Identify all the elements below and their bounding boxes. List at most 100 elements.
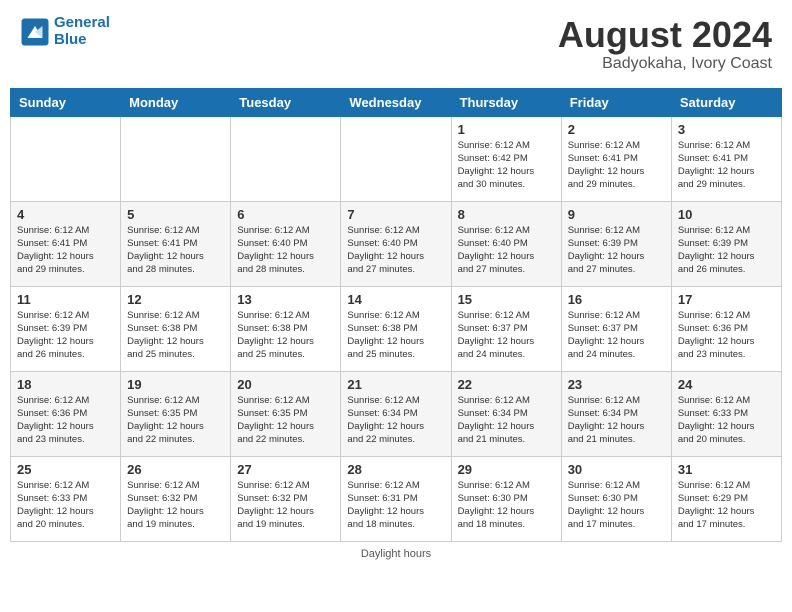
- day-number: 6: [237, 207, 334, 222]
- calendar-cell: 3 Sunrise: 6:12 AM Sunset: 6:41 PM Daylig…: [671, 116, 781, 201]
- day-info: Sunrise: 6:12 AM Sunset: 6:40 PM Dayligh…: [237, 224, 334, 277]
- weekday-header: Monday: [121, 88, 231, 116]
- calendar-cell: 17Sunrise: 6:12 AM Sunset: 6:36 PM Dayli…: [671, 286, 781, 371]
- calendar-week-row: 25Sunrise: 6:12 AM Sunset: 6:33 PM Dayli…: [11, 456, 782, 541]
- logo-text: General Blue: [54, 15, 110, 48]
- day-number: 15: [458, 292, 555, 307]
- calendar-cell: 11 Sunrise: 6:12 AM Sunset: 6:39 PM Dayli…: [11, 286, 121, 371]
- day-info: Sunrise: 6:12 AM Sunset: 6:41 PM Dayligh…: [17, 224, 114, 277]
- day-info: Sunrise: 6:12 AM Sunset: 6:35 PM Dayligh…: [237, 394, 334, 447]
- day-number: 3: [678, 122, 775, 137]
- day-info: Sunrise: 6:12 AM Sunset: 6:40 PM Dayligh…: [458, 224, 555, 277]
- calendar-cell: 4Sunrise: 6:12 AM Sunset: 6:41 PM Daylig…: [11, 201, 121, 286]
- day-number: 10: [678, 207, 775, 222]
- day-info: Sunrise: 6:12 AM Sunset: 6:32 PM Dayligh…: [127, 479, 224, 532]
- calendar-cell: 7 Sunrise: 6:12 AM Sunset: 6:40 PM Daylig…: [341, 201, 451, 286]
- calendar-cell: 22Sunrise: 6:12 AM Sunset: 6:34 PM Dayli…: [451, 371, 561, 456]
- day-number: 31: [678, 462, 775, 477]
- day-info: Sunrise: 6:12 AM Sunset: 6:41 PM Dayligh…: [127, 224, 224, 277]
- title-block: August 2024 Badyokaha, Ivory Coast: [558, 15, 772, 73]
- calendar-cell: 14 Sunrise: 6:12 AM Sunset: 6:38 PM Dayli…: [341, 286, 451, 371]
- weekday-header: Wednesday: [341, 88, 451, 116]
- day-info: Sunrise: 6:12 AM Sunset: 6:35 PM Dayligh…: [127, 394, 224, 447]
- calendar-cell: 27 Sunrise: 6:12 AM Sunset: 6:32 PM Dayli…: [231, 456, 341, 541]
- weekday-header: Friday: [561, 88, 671, 116]
- day-info: Sunrise: 6:12 AM Sunset: 6:41 PM Dayligh…: [568, 139, 665, 192]
- day-number: 2: [568, 122, 665, 137]
- day-number: 22: [458, 377, 555, 392]
- day-number: 8: [458, 207, 555, 222]
- day-info: Sunrise: 6:12 AM Sunset: 6:37 PM Dayligh…: [568, 309, 665, 362]
- day-info: Sunrise: 6:12 AM Sunset: 6:41 PM Dayligh…: [678, 139, 775, 192]
- day-number: 29: [458, 462, 555, 477]
- weekday-header: Tuesday: [231, 88, 341, 116]
- day-info: Sunrise: 6:12 AM Sunset: 6:37 PM Dayligh…: [458, 309, 555, 362]
- day-number: 9: [568, 207, 665, 222]
- day-info: Sunrise: 6:12 AM Sunset: 6:32 PM Dayligh…: [237, 479, 334, 532]
- calendar-cell: 1Sunrise: 6:12 AM Sunset: 6:42 PM Daylig…: [451, 116, 561, 201]
- calendar-week-row: 11 Sunrise: 6:12 AM Sunset: 6:39 PM Dayli…: [11, 286, 782, 371]
- day-info: Sunrise: 6:12 AM Sunset: 6:30 PM Dayligh…: [568, 479, 665, 532]
- calendar-cell: 25Sunrise: 6:12 AM Sunset: 6:33 PM Dayli…: [11, 456, 121, 541]
- day-number: 26: [127, 462, 224, 477]
- day-info: Sunrise: 6:12 AM Sunset: 6:30 PM Dayligh…: [458, 479, 555, 532]
- day-number: 23: [568, 377, 665, 392]
- day-number: 12: [127, 292, 224, 307]
- day-info: Sunrise: 6:12 AM Sunset: 6:31 PM Dayligh…: [347, 479, 444, 532]
- day-number: 24: [678, 377, 775, 392]
- day-info: Sunrise: 6:12 AM Sunset: 6:42 PM Dayligh…: [458, 139, 555, 192]
- day-number: 16: [568, 292, 665, 307]
- day-info: Sunrise: 6:12 AM Sunset: 6:34 PM Dayligh…: [568, 394, 665, 447]
- day-info: Sunrise: 6:12 AM Sunset: 6:33 PM Dayligh…: [678, 394, 775, 447]
- day-number: 5: [127, 207, 224, 222]
- calendar-cell: 29 Sunrise: 6:12 AM Sunset: 6:30 PM Dayli…: [451, 456, 561, 541]
- day-number: 11: [17, 292, 114, 307]
- location-title: Badyokaha, Ivory Coast: [558, 55, 772, 73]
- day-number: 30: [568, 462, 665, 477]
- calendar-cell: 23 Sunrise: 6:12 AM Sunset: 6:34 PM Dayli…: [561, 371, 671, 456]
- calendar-cell: [11, 116, 121, 201]
- calendar-cell: [231, 116, 341, 201]
- day-info: Sunrise: 6:12 AM Sunset: 6:38 PM Dayligh…: [237, 309, 334, 362]
- day-info: Sunrise: 6:12 AM Sunset: 6:39 PM Dayligh…: [678, 224, 775, 277]
- calendar-cell: [341, 116, 451, 201]
- day-info: Sunrise: 6:12 AM Sunset: 6:39 PM Dayligh…: [17, 309, 114, 362]
- calendar-cell: 2 Sunrise: 6:12 AM Sunset: 6:41 PM Daylig…: [561, 116, 671, 201]
- day-info: Sunrise: 6:12 AM Sunset: 6:36 PM Dayligh…: [17, 394, 114, 447]
- calendar-cell: 6 Sunrise: 6:12 AM Sunset: 6:40 PM Daylig…: [231, 201, 341, 286]
- day-info: Sunrise: 6:12 AM Sunset: 6:39 PM Dayligh…: [568, 224, 665, 277]
- day-number: 27: [237, 462, 334, 477]
- day-number: 19: [127, 377, 224, 392]
- calendar-cell: 18 Sunrise: 6:12 AM Sunset: 6:36 PM Dayli…: [11, 371, 121, 456]
- day-info: Sunrise: 6:12 AM Sunset: 6:33 PM Dayligh…: [17, 479, 114, 532]
- month-title: August 2024: [558, 15, 772, 55]
- day-number: 18: [17, 377, 114, 392]
- calendar-cell: 19 Sunrise: 6:12 AM Sunset: 6:35 PM Dayli…: [121, 371, 231, 456]
- day-number: 28: [347, 462, 444, 477]
- day-number: 21: [347, 377, 444, 392]
- page-header: General Blue August 2024 Badyokaha, Ivor…: [10, 10, 782, 78]
- weekday-header: Thursday: [451, 88, 561, 116]
- calendar-table: SundayMondayTuesdayWednesdayThursdayFrid…: [10, 88, 782, 542]
- calendar-week-row: 4Sunrise: 6:12 AM Sunset: 6:41 PM Daylig…: [11, 201, 782, 286]
- calendar-cell: 26 Sunrise: 6:12 AM Sunset: 6:32 PM Dayli…: [121, 456, 231, 541]
- day-number: 7: [347, 207, 444, 222]
- calendar-cell: 15 Sunrise: 6:12 AM Sunset: 6:37 PM Dayli…: [451, 286, 561, 371]
- calendar-week-row: 1Sunrise: 6:12 AM Sunset: 6:42 PM Daylig…: [11, 116, 782, 201]
- calendar-cell: 10 Sunrise: 6:12 AM Sunset: 6:39 PM Dayli…: [671, 201, 781, 286]
- calendar-cell: 8 Sunrise: 6:12 AM Sunset: 6:40 PM Daylig…: [451, 201, 561, 286]
- calendar-week-row: 18 Sunrise: 6:12 AM Sunset: 6:36 PM Dayli…: [11, 371, 782, 456]
- day-number: 14: [347, 292, 444, 307]
- day-info: Sunrise: 6:12 AM Sunset: 6:38 PM Dayligh…: [347, 309, 444, 362]
- calendar-cell: 13Sunrise: 6:12 AM Sunset: 6:38 PM Dayli…: [231, 286, 341, 371]
- day-info: Sunrise: 6:12 AM Sunset: 6:34 PM Dayligh…: [347, 394, 444, 447]
- logo-icon: [20, 17, 50, 47]
- calendar-cell: 16 Sunrise: 6:12 AM Sunset: 6:37 PM Dayli…: [561, 286, 671, 371]
- weekday-header: Saturday: [671, 88, 781, 116]
- calendar-cell: 9 Sunrise: 6:12 AM Sunset: 6:39 PM Daylig…: [561, 201, 671, 286]
- weekday-header: Sunday: [11, 88, 121, 116]
- day-number: 20: [237, 377, 334, 392]
- day-info: Sunrise: 6:12 AM Sunset: 6:40 PM Dayligh…: [347, 224, 444, 277]
- calendar-cell: 31 Sunrise: 6:12 AM Sunset: 6:29 PM Dayli…: [671, 456, 781, 541]
- day-info: Sunrise: 6:12 AM Sunset: 6:29 PM Dayligh…: [678, 479, 775, 532]
